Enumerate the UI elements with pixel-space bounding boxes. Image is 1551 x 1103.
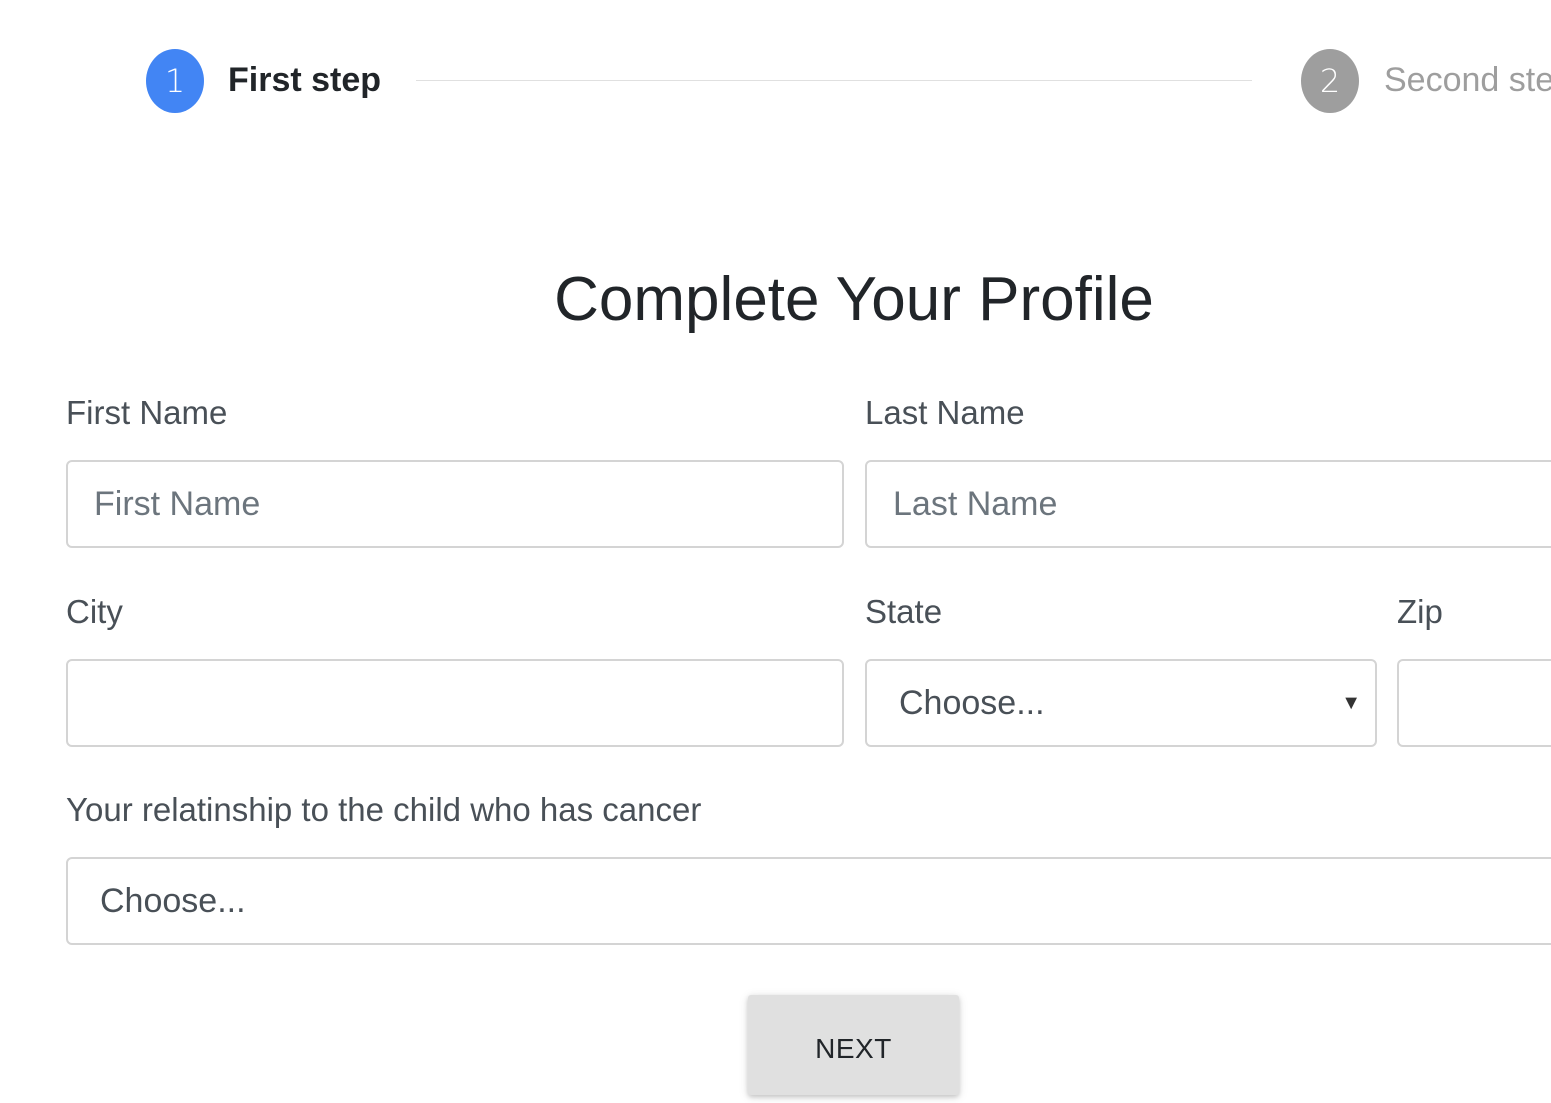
zip-input[interactable] (1397, 659, 1551, 747)
relationship-label: Your relatinship to the child who has ca… (66, 791, 702, 828)
step-2-badge[interactable]: 2 (1301, 49, 1359, 113)
city-label: City (66, 593, 123, 630)
first-name-input[interactable] (66, 460, 844, 548)
state-selected-value: Choose... (899, 684, 1045, 722)
zip-label: Zip (1397, 593, 1443, 630)
relationship-selected-value: Choose... (100, 882, 246, 920)
step-1-label[interactable]: First step (228, 56, 381, 104)
city-input[interactable] (66, 659, 844, 747)
page-title: Complete Your Profile (554, 265, 1154, 334)
chevron-down-icon: ▼ (1341, 692, 1361, 714)
first-name-label: First Name (66, 394, 228, 431)
step-1-badge[interactable]: 1 (146, 49, 204, 113)
state-select[interactable]: Choose... ▼ (865, 659, 1377, 747)
relationship-select[interactable]: Choose... (66, 857, 1551, 945)
stepper-connector-line (416, 80, 1252, 81)
last-name-label: Last Name (865, 394, 1025, 431)
state-label: State (865, 593, 943, 630)
next-button[interactable]: NEXT (748, 995, 959, 1095)
last-name-input[interactable] (865, 460, 1551, 548)
step-2-label[interactable]: Second step (1384, 56, 1551, 104)
